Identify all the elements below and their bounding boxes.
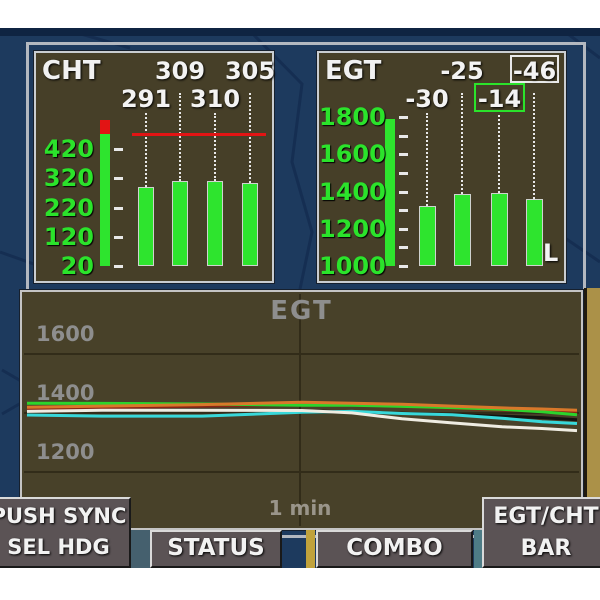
- egt-tick-1500: [399, 172, 408, 175]
- cht-stem-3: [214, 113, 216, 181]
- egt-stem-3: [498, 115, 500, 193]
- cht-stem-4: [249, 93, 251, 183]
- trend-lines: [24, 294, 583, 530]
- cht-tick-220: [114, 207, 123, 210]
- trend-line-cyl-cyan: [27, 411, 577, 423]
- egt-cht-bar-button[interactable]: EGT/CHT BAR: [482, 497, 600, 568]
- cht-axis-label-20: 20: [38, 252, 94, 278]
- cht-bar-3: [207, 181, 223, 266]
- egt-trend-panel: EGT 1600 1400 1200: [20, 290, 583, 530]
- cht-bar-4: [242, 183, 258, 266]
- cht-value-cyl1: 291: [116, 85, 176, 113]
- sel-hdg-label: SEL HDG: [0, 532, 129, 563]
- cht-bar-2: [172, 181, 188, 266]
- egt-delta-cyl3-boxed: -14: [474, 83, 525, 112]
- cht-tick-120: [114, 236, 123, 239]
- egt-tick-1400: [399, 191, 408, 194]
- egt-tick-1100: [399, 246, 408, 249]
- cht-axis-label-320: 320: [38, 164, 94, 190]
- cht-value-cyl3: 310: [185, 85, 245, 113]
- egt-tick-1300: [399, 209, 408, 212]
- egt-bar-1: [419, 206, 436, 266]
- egt-delta-cyl3: -14: [478, 85, 521, 113]
- egt-axis-label-1600: 1600: [319, 140, 381, 166]
- underlying-gap-teal: [474, 530, 482, 568]
- bar-label: BAR: [484, 533, 600, 565]
- egt-delta-cyl4: -46: [513, 57, 556, 85]
- egt-tick-1200: [399, 228, 408, 231]
- push-sync-sel-hdg-button[interactable]: PUSH SYNC SEL HDG: [0, 497, 131, 568]
- cht-redline: [132, 133, 266, 136]
- egt-axis-label-1200: 1200: [319, 215, 381, 241]
- cht-scale-red: [100, 120, 110, 135]
- egt-tick-1700: [399, 135, 408, 138]
- egt-tick-1000: [399, 265, 408, 268]
- cht-axis-label-220: 220: [38, 194, 94, 220]
- egt-axis-label-1400: 1400: [319, 178, 381, 204]
- cht-axis-label-420: 420: [38, 135, 94, 161]
- trend-time-scale-label: 1 min: [255, 496, 345, 520]
- egt-axis-label-1000: 1000: [319, 252, 381, 278]
- cht-stem-2: [179, 93, 181, 181]
- side-menu-strip: [584, 288, 600, 532]
- cht-value-cyl4: 305: [220, 57, 280, 85]
- egt-panel: EGT -25 -46 -30 -14 1800 1600 1400 1200 1000…: [317, 51, 566, 283]
- combo-button[interactable]: COMBO: [316, 530, 473, 568]
- egt-bar-4: [526, 199, 543, 266]
- egt-delta-cyl1: -30: [397, 85, 457, 113]
- cht-tick-320: [114, 177, 123, 180]
- egt-title: EGT: [325, 56, 381, 86]
- egt-tick-1800: [399, 116, 408, 119]
- cht-stem-1: [145, 113, 147, 187]
- egt-tick-1600: [399, 153, 408, 156]
- cht-scale-green: [100, 134, 110, 266]
- egt-bar-2: [454, 194, 471, 266]
- push-sync-label: PUSH SYNC: [0, 501, 129, 532]
- cht-axis-label-120: 120: [38, 223, 94, 249]
- egt-cht-label: EGT/CHT: [484, 501, 600, 533]
- underlying-gap-yellow: [306, 530, 315, 568]
- status-button[interactable]: STATUS: [150, 530, 282, 568]
- underlying-gap-slate: [130, 530, 152, 568]
- egt-stem-4: [533, 93, 535, 199]
- cht-bar-1: [138, 187, 154, 266]
- egt-bar-3: [491, 193, 508, 266]
- top-dark-band: [0, 28, 600, 36]
- cht-value-cyl2: 309: [150, 57, 210, 85]
- cht-tick-20: [114, 265, 123, 268]
- egt-stem-2: [461, 93, 463, 194]
- egt-axis-label-1800: 1800: [319, 103, 381, 129]
- egt-stem-1: [426, 113, 428, 206]
- cht-tick-420: [114, 148, 123, 151]
- egt-delta-cyl4-boxed: -46: [510, 55, 559, 83]
- cht-panel: CHT 309 305 291 310 42032022012020: [34, 51, 274, 283]
- lean-mode-flag: L: [543, 239, 558, 267]
- egt-scale-green: [385, 119, 395, 266]
- cht-title: CHT: [42, 56, 101, 86]
- egt-delta-cyl2: -25: [432, 57, 492, 85]
